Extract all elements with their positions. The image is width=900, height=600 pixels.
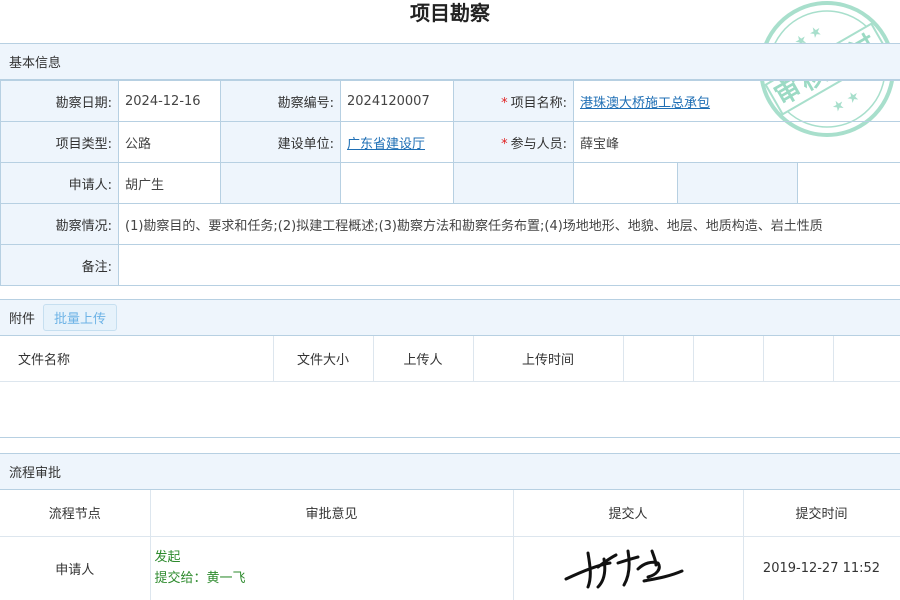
- flow-header: 流程审批: [0, 453, 900, 490]
- submitter-signature-cell: [513, 536, 744, 600]
- handwritten-signature: [564, 549, 684, 589]
- project-name-link[interactable]: 港珠澳大桥施工总承包: [580, 96, 710, 111]
- column-header-submitter: 提交人: [513, 490, 744, 537]
- column-header-filesize: 文件大小: [273, 336, 374, 382]
- applicant-value: 胡广生: [118, 162, 221, 204]
- column-header-filename: 文件名称: [0, 336, 274, 382]
- project-type-label: 项目类型:: [0, 121, 119, 163]
- project-type-value: 公路: [118, 121, 221, 163]
- applicant-label: 申请人:: [0, 162, 119, 204]
- survey-no-label: 勘察编号:: [220, 80, 341, 122]
- submit-time: 2019-12-27 11:52: [743, 536, 900, 600]
- survey-date-label: 勘察日期:: [0, 80, 119, 122]
- survey-date-value: 2024-12-16: [118, 80, 221, 122]
- flow-title: 流程审批: [9, 466, 62, 481]
- empty-cell: [573, 162, 678, 204]
- situation-value: (1)勘察目的、要求和任务;(2)拟建工程概述;(3)勘察方法和勘察任务布置;(…: [118, 203, 900, 245]
- situation-label: 勘察情况:: [0, 203, 119, 245]
- builder-label: 建设单位:: [220, 121, 341, 163]
- opinion-action: 发起: [154, 550, 181, 565]
- basic-info-title: 基本信息: [9, 56, 62, 71]
- remark-value: [118, 244, 900, 286]
- flow-node: 申请人: [0, 536, 151, 600]
- survey-no-value: 2024120007: [340, 80, 454, 122]
- participants-label: 参与人员:: [510, 136, 567, 152]
- attachments-empty-body: [0, 382, 900, 438]
- flow-opinion: 发起 提交给：黄一飞: [150, 536, 514, 600]
- builder-cell: 广东省建设厅: [340, 121, 454, 163]
- column-header-uploader: 上传人: [373, 336, 474, 382]
- empty-cell: [677, 162, 798, 204]
- remark-label: 备注:: [0, 244, 119, 286]
- table-row: 申请人 发起 提交给：黄一飞 2019-12-27 11:52: [0, 536, 900, 600]
- column-header-upload-time: 上传时间: [473, 336, 624, 382]
- attachments-table: 文件名称 文件大小 上传人 上传时间: [0, 336, 900, 382]
- required-mark: *: [501, 95, 508, 111]
- column-header-empty: [833, 336, 900, 382]
- empty-cell: [453, 162, 574, 204]
- column-header-node: 流程节点: [0, 490, 151, 537]
- column-header-opinion: 审批意见: [150, 490, 514, 537]
- empty-cell: [797, 162, 900, 204]
- opinion-submit-to: 提交给：黄一飞: [154, 571, 246, 586]
- basic-info-table: 勘察日期: 2024-12-16 勘察编号: 2024120007 * 项目名称:…: [0, 80, 900, 286]
- column-header-empty: [763, 336, 834, 382]
- required-mark: *: [501, 136, 508, 152]
- flow-table: 流程节点 审批意见 提交人 提交时间 申请人 发起 提交给：黄一飞 2019-1…: [0, 490, 900, 600]
- participants-label-cell: * 参与人员:: [453, 121, 574, 163]
- column-header-submit-time: 提交时间: [743, 490, 900, 537]
- attachments-title: 附件: [9, 312, 36, 327]
- empty-cell: [220, 162, 341, 204]
- column-header-empty: [623, 336, 694, 382]
- project-name-label: 项目名称:: [510, 95, 567, 111]
- builder-link[interactable]: 广东省建设厅: [347, 137, 425, 152]
- participants-value: 薛宝峰: [573, 121, 900, 163]
- empty-cell: [340, 162, 454, 204]
- column-header-empty: [693, 336, 764, 382]
- project-name-cell: 港珠澳大桥施工总承包: [573, 80, 900, 122]
- project-name-label-cell: * 项目名称:: [453, 80, 574, 122]
- attachments-header: 附件 批量上传: [0, 299, 900, 336]
- basic-info-header: 基本信息: [0, 43, 900, 80]
- batch-upload-button[interactable]: 批量上传: [43, 304, 118, 331]
